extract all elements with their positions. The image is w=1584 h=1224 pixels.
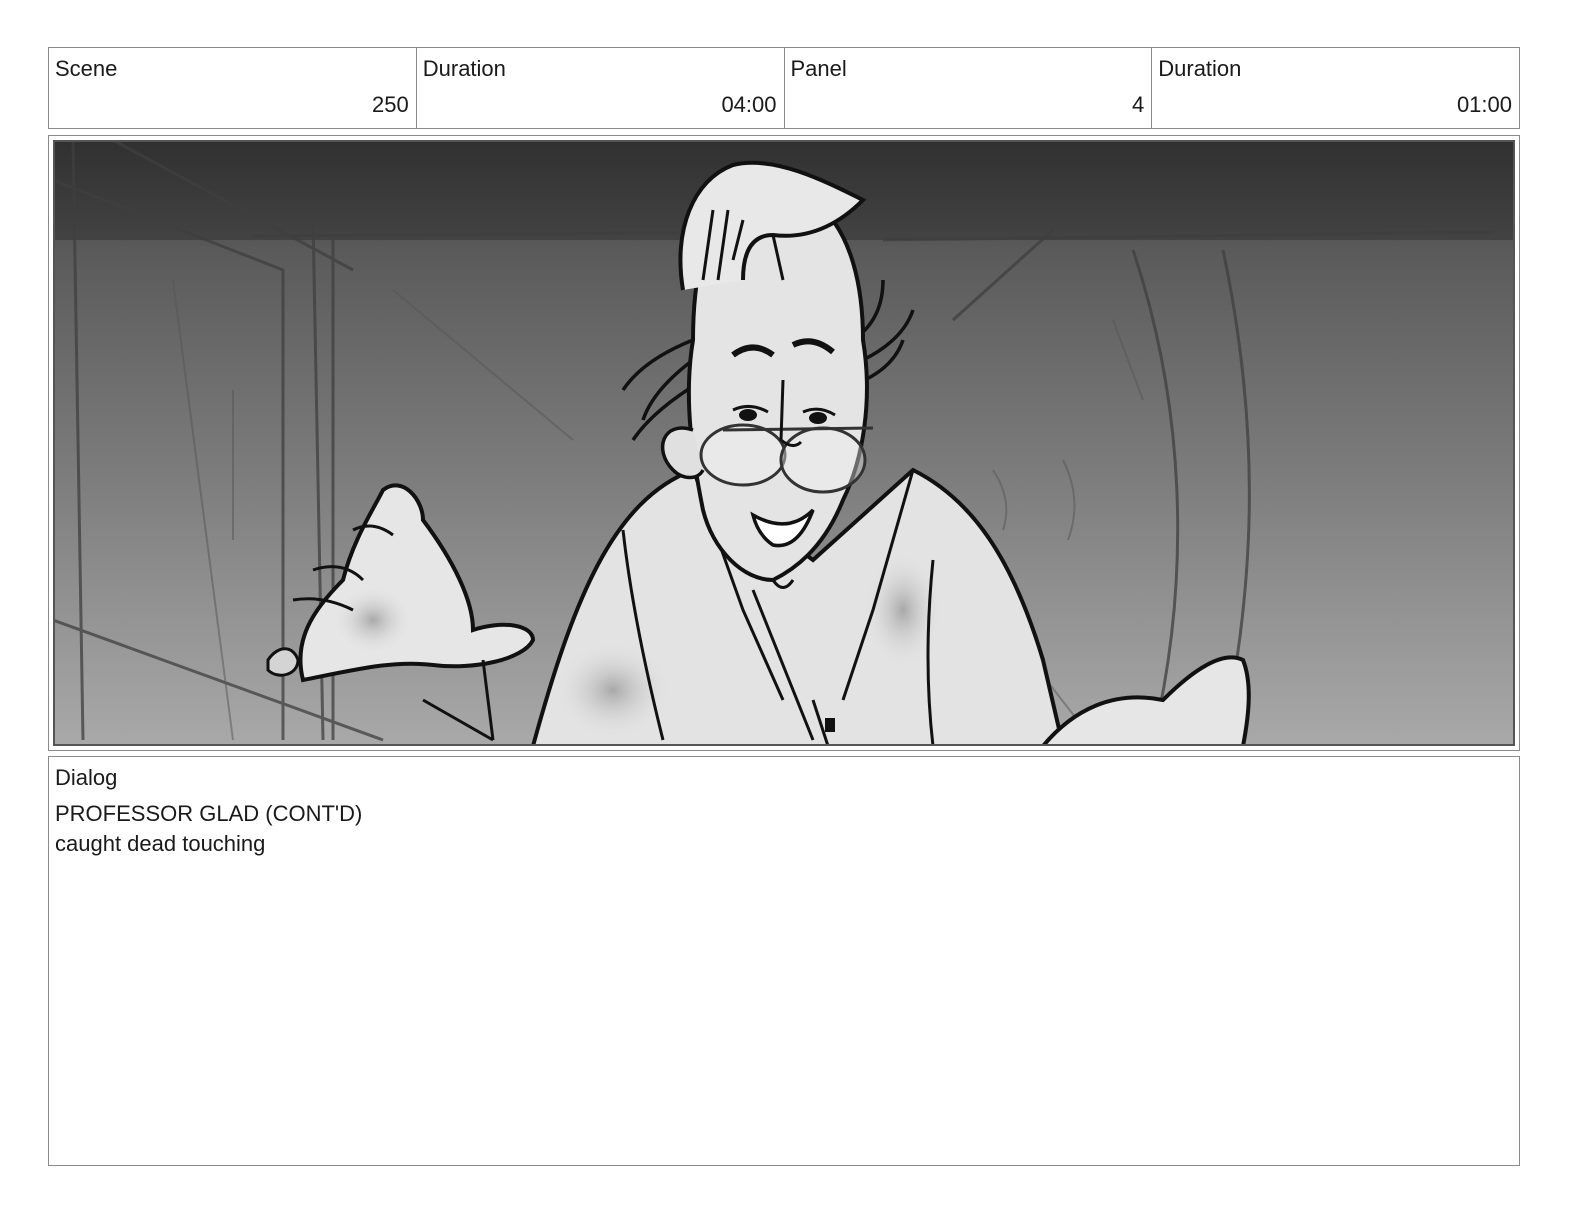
panel-duration-value: 01:00 <box>1456 92 1512 117</box>
panel-sketch-svg <box>53 140 1515 746</box>
panel-cell: Panel 4 <box>785 48 1153 128</box>
scene-duration-label: Duration <box>422 56 506 81</box>
scene-cell: Scene 250 <box>49 48 417 128</box>
dialog-speech-line: caught dead touching <box>55 831 266 856</box>
storyboard-panel <box>48 135 1520 751</box>
dialog-box: Dialog PROFESSOR GLAD (CONT'D) caught de… <box>48 756 1520 1166</box>
panel-sketch-image <box>53 140 1515 746</box>
panel-label: Panel <box>790 56 847 81</box>
panel-number: 4 <box>1132 92 1145 117</box>
panel-duration-cell: Duration 01:00 <box>1152 48 1519 128</box>
scene-duration-value: 04:00 <box>721 92 777 117</box>
scene-duration-cell: Duration 04:00 <box>417 48 785 128</box>
storyboard-header: Scene 250 Duration 04:00 Panel 4 Duratio… <box>48 47 1520 129</box>
dialog-label: Dialog <box>55 765 118 790</box>
panel-duration-label: Duration <box>1158 56 1242 81</box>
scene-label: Scene <box>55 56 118 81</box>
scene-number: 250 <box>372 92 409 117</box>
dialog-text: PROFESSOR GLAD (CONT'D) caught dead touc… <box>55 799 362 859</box>
dialog-character-line: PROFESSOR GLAD (CONT'D) <box>55 801 363 826</box>
